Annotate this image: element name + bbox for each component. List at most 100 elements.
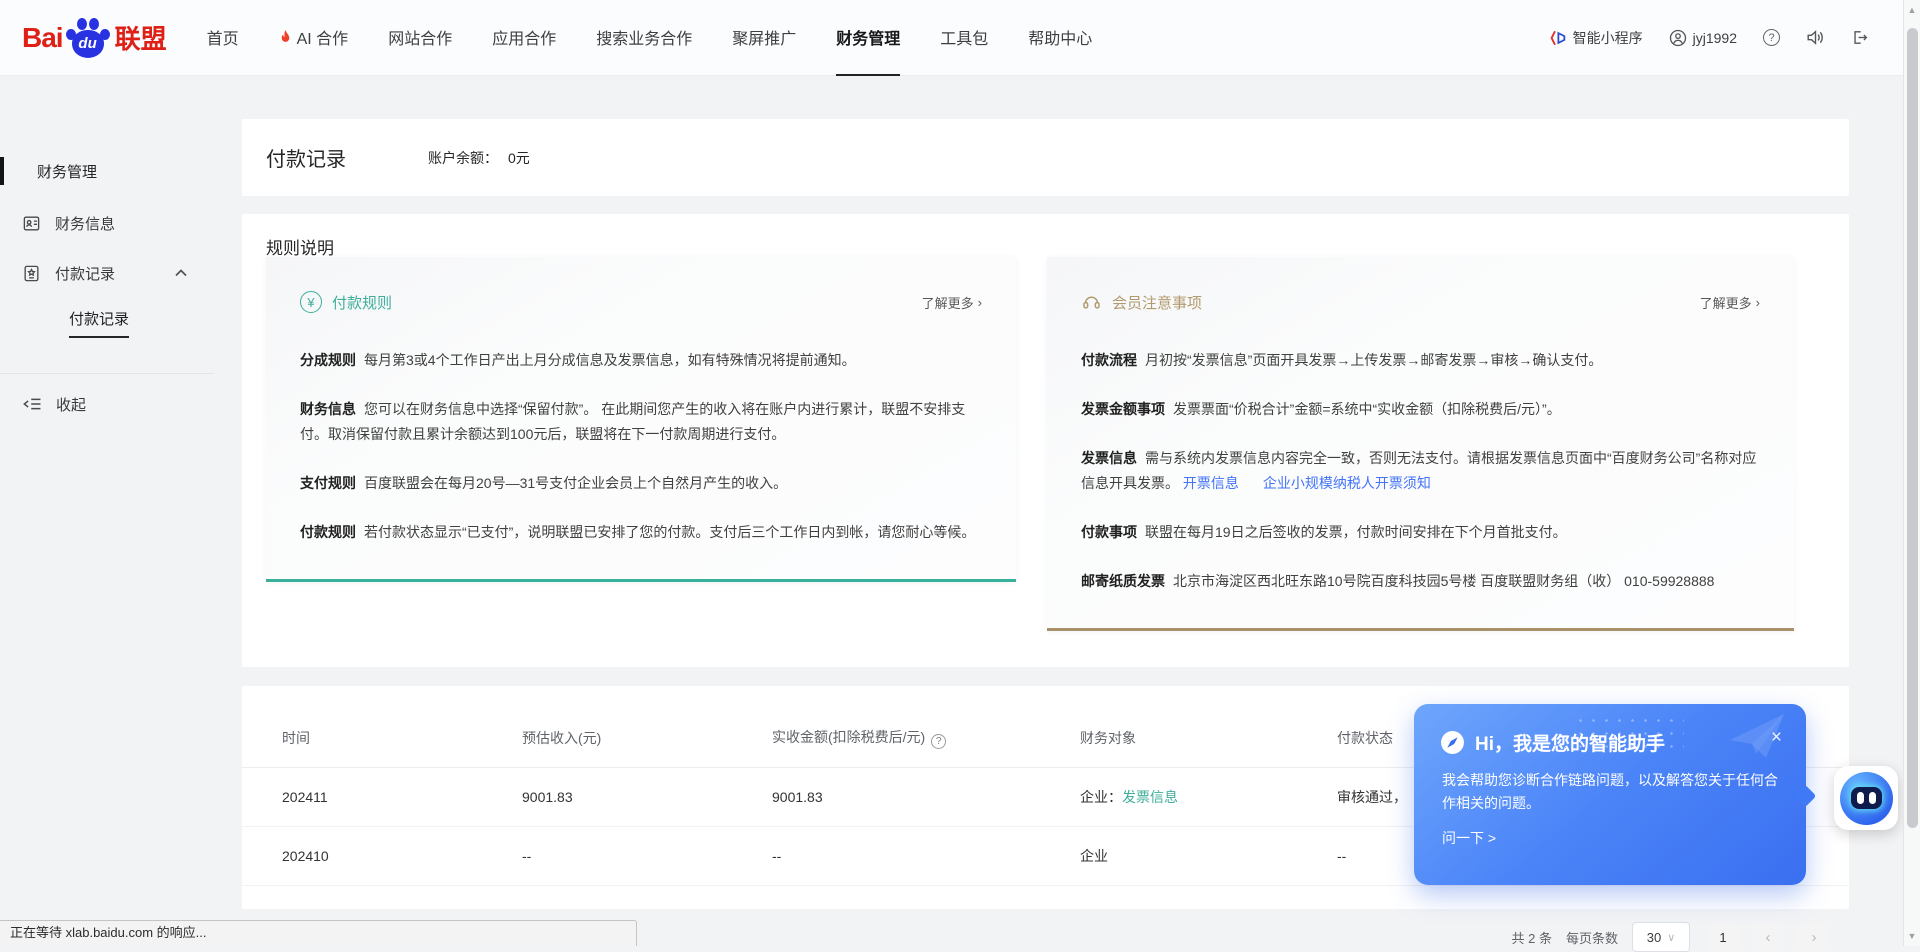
col-time: 时间	[282, 728, 522, 748]
page-header-card: 付款记录 账户余额： 0元	[242, 119, 1849, 196]
sidebar-section-finance[interactable]: 财务管理	[0, 157, 214, 185]
invoice-detail-link[interactable]: 发票信息	[1122, 789, 1178, 805]
vertical-scrollbar[interactable]: ▲ ▼	[1903, 0, 1920, 946]
payment-rules-title: 付款规则	[332, 292, 392, 313]
note-item-invoice-info: 发票信息需与系统内发票信息内容完全一致，否则无法支付。请根据发票信息页面中“百度…	[1081, 446, 1760, 496]
payment-rules-more-link[interactable]: 了解更多›	[922, 293, 982, 312]
browser-status-bar: 正在等待 xlab.baidu.com 的响应...	[0, 920, 637, 946]
nav-item-home[interactable]: 首页	[207, 0, 239, 76]
user-icon	[1669, 29, 1687, 47]
cell-time: 202410	[282, 848, 522, 864]
baidu-union-logo[interactable]: Bai du 联盟	[22, 16, 167, 60]
scroll-down-icon[interactable]: ▼	[1904, 931, 1920, 941]
pagination: 共 2 条 每页条数 30 ∨ 1 ‹ ›	[1512, 922, 1830, 952]
sidebar-subitem-payment-records[interactable]: 付款记录	[69, 308, 129, 338]
member-notes-panel: 会员注意事项 了解更多› 付款流程月初按“发票信息”页面开具发票→上传发票→邮寄…	[1047, 257, 1794, 631]
close-icon[interactable]: ×	[1771, 728, 1782, 747]
logout-icon	[1851, 29, 1869, 46]
rules-card: 规则说明 ¥ 付款规则 了解更多› 分成规则每月第3或4个工作日产出上月分成信息…	[242, 214, 1849, 667]
note-item-flow: 付款流程月初按“发票信息”页面开具发票→上传发票→邮寄发票→审核→确认支付。	[1081, 348, 1760, 373]
assistant-message: 我会帮助您诊断合作链路问题，以及解答您关于任何合作相关的问题。	[1442, 769, 1778, 815]
chevron-right-icon: ›	[978, 295, 982, 310]
chevron-right-icon: ›	[1756, 295, 1760, 310]
top-nav-bar: Bai du 联盟 首页 AI 合作 网站合作 应用合作 搜索业务合作 聚屏推广…	[0, 0, 1903, 76]
col-finance-target: 财务对象	[1080, 728, 1337, 748]
total-count: 共 2 条	[1512, 928, 1552, 947]
help-icon: ?	[1763, 29, 1780, 46]
nav-item-ai[interactable]: AI 合作	[279, 0, 349, 76]
logo-text-du: du	[72, 30, 104, 58]
note-item-payment: 付款事项联盟在每月19日之后签收的发票，付款时间安排在下个月首批支付。	[1081, 520, 1760, 545]
col-actual: 实收金额(扣除税费后/元)?	[772, 727, 1080, 749]
flame-icon	[279, 29, 292, 45]
nav-item-help-center[interactable]: 帮助中心	[1028, 0, 1092, 76]
miniprogram-icon	[1549, 29, 1567, 47]
cell-estimated: 9001.83	[522, 789, 772, 805]
next-page-button[interactable]: ›	[1798, 923, 1830, 951]
nav-item-search-biz[interactable]: 搜索业务合作	[596, 0, 692, 76]
question-circle-icon[interactable]: ?	[931, 734, 946, 749]
cell-finance-target: 企业	[1080, 846, 1337, 866]
finance-info-icon	[22, 214, 41, 233]
miniprogram-entry[interactable]: 智能小程序	[1549, 28, 1643, 48]
sidebar-item-payment-records[interactable]: 付款记录	[0, 259, 214, 287]
cell-actual: --	[772, 848, 1080, 864]
cell-finance-target: 企业：发票信息	[1080, 787, 1337, 807]
nav-item-juping[interactable]: 聚屏推广	[732, 0, 796, 76]
sidebar-item-finance-info[interactable]: 财务信息	[0, 209, 214, 237]
sound-button[interactable]	[1806, 29, 1825, 46]
nav-item-toolkit[interactable]: 工具包	[940, 0, 988, 76]
logo-text-bai: Bai	[22, 22, 63, 54]
baidu-paw-icon: du	[65, 16, 111, 60]
logo-text-union: 联盟	[115, 19, 167, 56]
assistant-title: Hi，我是您的智能助手	[1475, 729, 1665, 756]
member-notes-more-link[interactable]: 了解更多›	[1700, 293, 1760, 312]
account-balance-value: 0元	[508, 148, 530, 168]
nav-item-app[interactable]: 应用合作	[492, 0, 556, 76]
account-balance-label: 账户余额：	[428, 148, 498, 168]
sidebar-divider	[0, 373, 214, 374]
logout-button[interactable]	[1851, 29, 1869, 46]
username: jyj1992	[1693, 30, 1737, 46]
scroll-up-icon[interactable]: ▲	[1904, 5, 1920, 15]
ask-now-link[interactable]: 问一下 >	[1442, 828, 1778, 848]
rule-item-pay-rule: 支付规则百度联盟会在每月20号—31号支付企业会员上个自然月产生的收入。	[300, 471, 982, 496]
nav-item-website[interactable]: 网站合作	[388, 0, 452, 76]
invoice-info-link[interactable]: 开票信息	[1183, 475, 1239, 491]
assistant-popup: Hi，我是您的智能助手 × 我会帮助您诊断合作链路问题，以及解答您关于任何合作相…	[1414, 704, 1806, 885]
per-page-select[interactable]: 30 ∨	[1632, 922, 1690, 952]
payment-rules-panel: ¥ 付款规则 了解更多› 分成规则每月第3或4个工作日产出上月分成信息及发票信息…	[266, 257, 1016, 582]
rule-item-payment-status: 付款规则若付款状态显示“已支付”，说明联盟已安排了您的付款。支付后三个工作日内到…	[300, 520, 982, 545]
payment-record-icon	[22, 264, 41, 283]
main-nav: 首页 AI 合作 网站合作 应用合作 搜索业务合作 聚屏推广 财务管理 工具包 …	[207, 0, 1093, 76]
rule-item-share: 分成规则每月第3或4个工作日产出上月分成信息及发票信息，如有特殊情况将提前通知。	[300, 348, 982, 373]
nav-item-finance[interactable]: 财务管理	[836, 0, 900, 76]
small-taxpayer-link[interactable]: 企业小规模纳税人开票须知	[1263, 475, 1431, 491]
top-right-cluster: 智能小程序 jyj1992 ?	[1549, 28, 1869, 48]
help-button[interactable]: ?	[1763, 29, 1780, 46]
note-item-mailing: 邮寄纸质发票北京市海淀区西北旺东路10号院百度科技园5号楼 百度联盟财务组（收）…	[1081, 569, 1760, 594]
rule-item-finance-info: 财务信息您可以在财务信息中选择“保留付款”。 在此期间您产生的收入将在账户内进行…	[300, 397, 982, 447]
rules-section-title: 规则说明	[266, 234, 334, 259]
scrollbar-thumb[interactable]	[1907, 28, 1918, 828]
member-notes-title: 会员注意事项	[1112, 292, 1202, 313]
payment-rule-coin-icon: ¥	[300, 291, 322, 313]
per-page-label: 每页条数	[1566, 928, 1618, 947]
prev-page-button[interactable]: ‹	[1752, 923, 1784, 951]
cell-actual: 9001.83	[772, 789, 1080, 805]
sidebar-collapse-button[interactable]: 收起	[0, 390, 214, 418]
sound-icon	[1806, 29, 1825, 46]
cell-time: 202411	[282, 789, 522, 805]
member-notice-headset-icon	[1081, 292, 1102, 313]
robot-avatar-icon	[1840, 772, 1893, 825]
assistant-compass-icon	[1440, 730, 1465, 755]
cell-estimated: --	[522, 848, 772, 864]
page-number-1[interactable]: 1	[1708, 923, 1738, 951]
collapse-icon	[22, 396, 42, 412]
page-title: 付款记录	[266, 143, 346, 172]
note-item-invoice-amount: 发票金额事项发票票面“价税合计”金额=系统中“实收金额（扣除税费后/元）”。	[1081, 397, 1760, 422]
status-text: 正在等待 xlab.baidu.com 的响应...	[10, 925, 207, 940]
assistant-robot-button[interactable]	[1834, 766, 1898, 830]
col-estimated: 预估收入(元)	[522, 728, 772, 748]
user-account[interactable]: jyj1992	[1669, 29, 1737, 47]
